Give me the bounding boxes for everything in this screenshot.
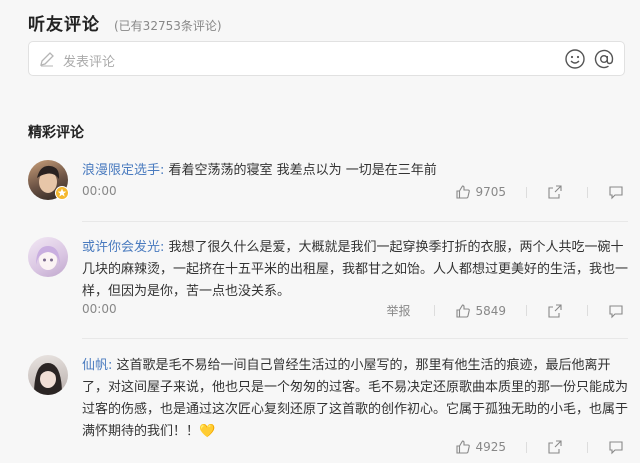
section-title: 精彩评论 (28, 125, 84, 141)
comment-username[interactable]: 浪漫限定选手 (82, 163, 160, 178)
comment-divider (82, 221, 628, 222)
comment-input[interactable]: 发表评论 (28, 41, 625, 76)
share-button[interactable] (547, 439, 567, 455)
share-button[interactable] (547, 303, 567, 319)
reply-button[interactable] (608, 439, 628, 455)
divider (526, 305, 527, 316)
comment-bubble-icon (609, 186, 623, 200)
page-title: 听友评论 (28, 15, 100, 35)
comment-actions: 9705 (435, 184, 628, 200)
divider (526, 441, 527, 453)
thumbs-up-icon (456, 440, 471, 454)
comment-item: 或许你会发光: 我想了很久什么是爱，大概就是我们一起穿换季打折的衣服，两个人共吃… (28, 237, 628, 327)
share-button[interactable] (547, 184, 567, 200)
at-icon[interactable] (593, 48, 615, 70)
comment-text: 这首歌是毛不易给一间自己曾经生活过的小屋写的，那里有他生活的痕迹，最后他离开了，… (82, 358, 629, 439)
comment-item: 浪漫限定选手: 看着空荡荡的寝室 我差点以为 一切是在三年前 00:00 970… (28, 160, 628, 220)
reply-button[interactable] (608, 303, 628, 319)
like-count: 4925 (475, 440, 506, 454)
share-icon (548, 440, 562, 454)
divider (587, 305, 588, 316)
smile-icon[interactable] (564, 48, 586, 70)
like-count: 9705 (475, 185, 506, 199)
report-link[interactable]: 举报 (386, 302, 410, 319)
comment-time: 00:00 (82, 184, 117, 198)
comment-text: 我想了很久什么是爱，大概就是我们一起穿换季打折的衣服，两个人共吃一碗十几块的麻辣… (82, 240, 629, 299)
like-button[interactable]: 4925 (455, 439, 506, 455)
comment-username[interactable]: 或许你会发光 (82, 240, 160, 255)
share-icon (548, 303, 562, 318)
comment-item: 仙帆: 这首歌是毛不易给一间自己曾经生活过的小屋写的，那里有他生活的痕迹，最后他… (28, 355, 628, 463)
divider (434, 305, 436, 316)
comment-body: 或许你会发光: 我想了很久什么是爱，大概就是我们一起穿换季打折的衣服，两个人共吃… (82, 240, 629, 299)
comment-count: (已有32753条评论) (114, 19, 222, 33)
thumbs-up-icon (456, 185, 471, 199)
divider (526, 186, 527, 198)
thumbs-up-icon (456, 303, 471, 318)
reply-button[interactable] (608, 184, 628, 200)
comment-divider (82, 338, 628, 339)
share-icon (548, 185, 562, 199)
avatar[interactable] (28, 355, 68, 395)
like-button[interactable]: 5849 (455, 303, 506, 319)
star-badge-icon (55, 186, 69, 200)
comment-bubble-icon (609, 441, 623, 455)
like-count: 5849 (475, 303, 506, 318)
comment-actions: 举报 5849 (386, 302, 628, 319)
comment-time: 00:00 (82, 302, 117, 316)
comment-bubble-icon (609, 304, 623, 318)
divider (587, 186, 588, 198)
comment-text: 看着空荡荡的寝室 我差点以为 一切是在三年前 (168, 163, 437, 178)
like-button[interactable]: 9705 (455, 184, 506, 200)
comment-body: 仙帆: 这首歌是毛不易给一间自己曾经生活过的小屋写的，那里有他生活的痕迹，最后他… (82, 358, 629, 439)
pen-icon (40, 52, 54, 67)
divider (587, 441, 588, 453)
comment-actions: 4925 (435, 439, 628, 455)
avatar[interactable] (28, 237, 68, 277)
comment-username[interactable]: 仙帆 (82, 358, 108, 373)
comment-body: 浪漫限定选手: 看着空荡荡的寝室 我差点以为 一切是在三年前 (82, 163, 437, 178)
comments-header: 听友评论 (已有32753条评论) (28, 10, 222, 35)
comment-placeholder: 发表评论 (63, 55, 116, 70)
